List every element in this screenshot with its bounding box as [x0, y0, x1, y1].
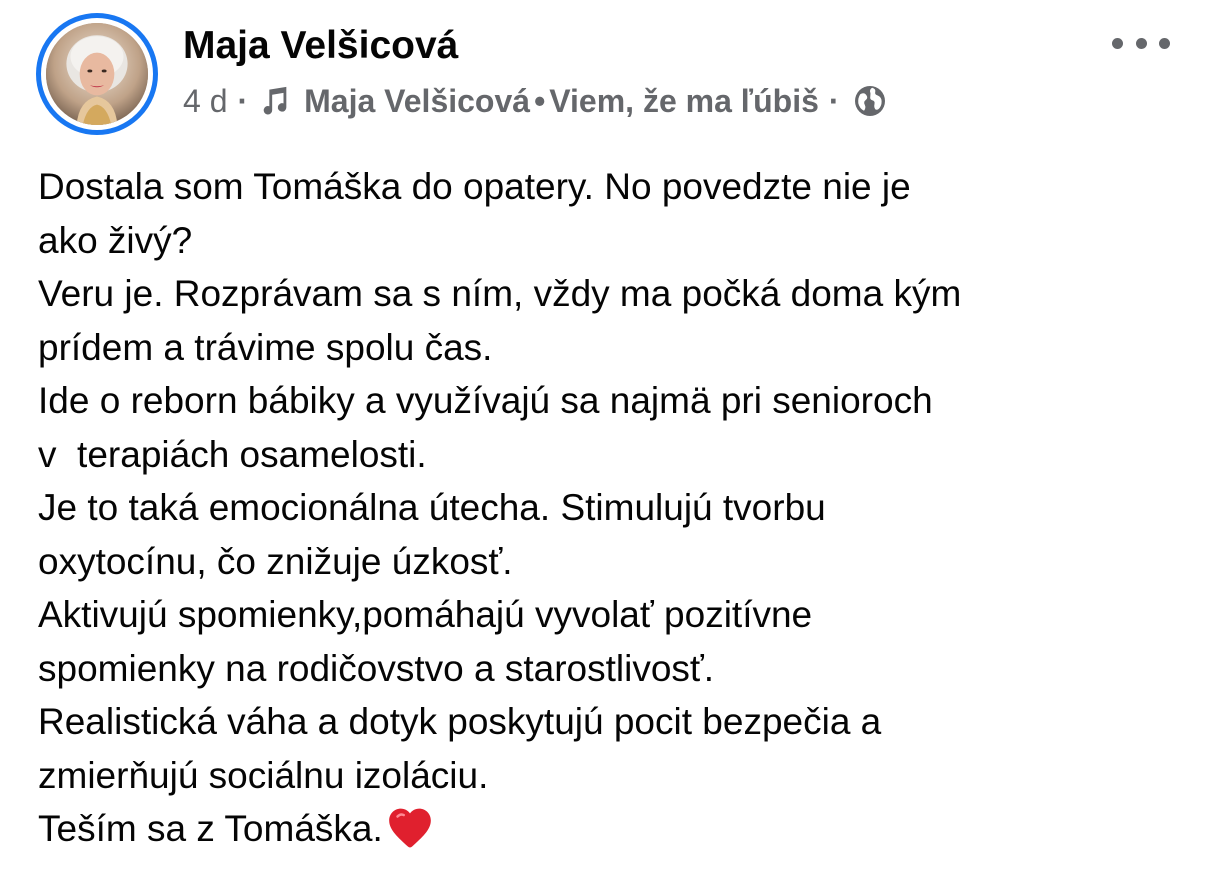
post-line-text: Teším sa z Tomáška. [38, 808, 383, 849]
post-meta: 4 d · Maja Velšicová • Viem, že ma ľúbiš… [183, 79, 888, 123]
avatar[interactable] [46, 23, 148, 125]
avatar-story-ring[interactable] [36, 13, 158, 135]
post-line: ako živý? [38, 219, 193, 261]
post-time[interactable]: 4 d [183, 83, 227, 120]
post-line: prídem a trávime spolu čas. [38, 326, 493, 368]
post-line: Aktivujú spomienky,pomáhajú vyvolať pozi… [38, 594, 813, 635]
song-artist[interactable]: Maja Velšicová [304, 83, 530, 120]
more-options-icon[interactable] [1112, 28, 1170, 58]
author-name[interactable]: Maja Velšicová [183, 24, 458, 68]
globe-icon[interactable] [852, 83, 888, 119]
separator: · [237, 82, 249, 119]
post-line: Realistická váha a dotyk poskytujú pocit… [38, 701, 882, 742]
dot [1135, 37, 1147, 49]
post-line: Je to taká emocionálna útecha. Stimulujú… [38, 487, 826, 528]
red-heart-icon [385, 803, 435, 853]
post-line: Dostala som Tomáška do opatery. No poved… [38, 166, 911, 207]
facebook-post: Maja Velšicová 4 d · Maja Velšicová • Vi… [0, 0, 1206, 882]
music-note-icon [258, 84, 292, 118]
song-separator: • [534, 82, 546, 119]
post-line: spomienky na rodičovstvo a starostlivosť… [38, 647, 715, 689]
post-text: Dostala som Tomáška do opatery. No poved… [38, 160, 1188, 856]
song-title[interactable]: Viem, že ma ľúbiš [549, 83, 819, 120]
post-line: zmierňujú sociálnu izoláciu. [38, 754, 489, 796]
dot [1159, 37, 1170, 49]
post-line: v terapiách osamelosti. [38, 433, 427, 475]
post-line: Veru je. Rozprávam sa s ním, vždy ma poč… [38, 273, 962, 314]
dot [1112, 37, 1123, 49]
separator: · [828, 82, 840, 119]
post-last-line: Teším sa z Tomáška. [38, 802, 1188, 856]
post-line: oxytocínu, čo znižuje úzkosť. [38, 540, 513, 582]
post-line: Ide o reborn bábiky a využívajú sa najmä… [38, 380, 933, 421]
profile-photo [46, 23, 148, 125]
